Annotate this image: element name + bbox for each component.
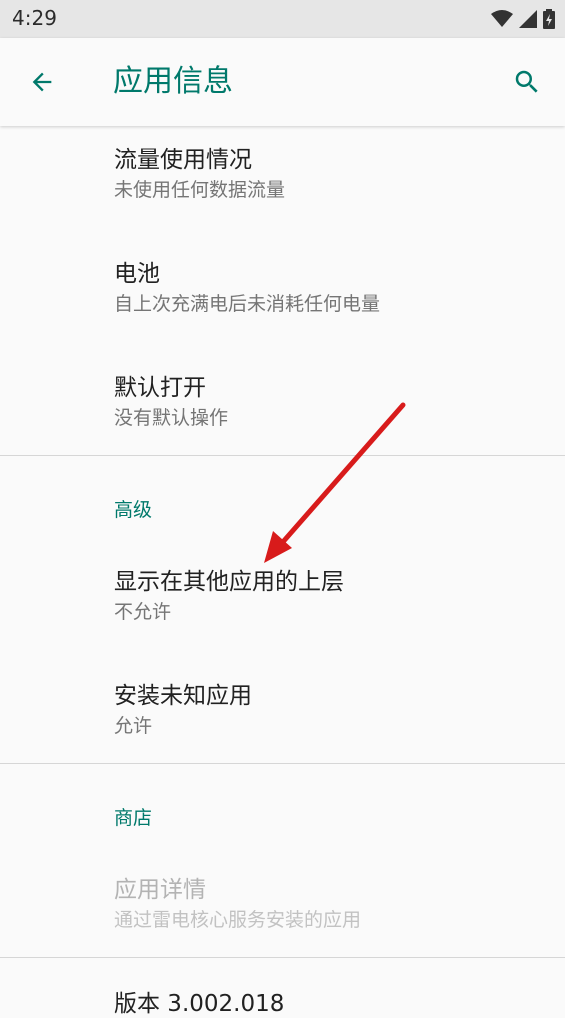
version-text: 版本 3.002.018 — [114, 991, 285, 1017]
status-time: 4:29 — [12, 6, 57, 30]
status-bar: 4:29 — [0, 0, 565, 38]
divider — [0, 957, 565, 958]
store-category-header: 商店 — [114, 807, 153, 829]
battery-title: 电池 — [114, 261, 160, 287]
cellular-signal-icon — [519, 10, 537, 28]
app-details-title: 应用详情 — [114, 877, 206, 903]
install-unknown-apps-item[interactable]: 安装未知应用 允许 — [0, 662, 565, 762]
search-button[interactable] — [505, 60, 549, 104]
arrow-back-icon — [32, 72, 52, 92]
open-by-default-summary: 没有默认操作 — [114, 407, 229, 429]
battery-charging-icon — [543, 9, 555, 29]
divider — [0, 455, 565, 456]
open-by-default-item[interactable]: 默认打开 没有默认操作 — [0, 354, 565, 454]
display-over-other-apps-title: 显示在其他应用的上层 — [114, 569, 344, 595]
battery-summary: 自上次充满电后未消耗任何电量 — [114, 293, 381, 315]
install-unknown-apps-title: 安装未知应用 — [114, 683, 252, 709]
advanced-category-header: 高级 — [114, 499, 153, 521]
display-over-other-apps-item[interactable]: 显示在其他应用的上层 不允许 — [0, 548, 565, 650]
app-details-summary: 通过雷电核心服务安装的应用 — [114, 909, 362, 931]
page-title: 应用信息 — [113, 64, 233, 99]
install-unknown-apps-summary: 允许 — [114, 715, 153, 737]
wifi-icon — [491, 10, 513, 27]
version-item: 版本 3.002.018 — [0, 970, 565, 1017]
app-details-item: 应用详情 通过雷电核心服务安装的应用 — [0, 856, 565, 956]
data-usage-item[interactable]: 流量使用情况 未使用任何数据流量 — [0, 126, 565, 228]
open-by-default-title: 默认打开 — [114, 375, 206, 401]
battery-item[interactable]: 电池 自上次充满电后未消耗任何电量 — [0, 240, 565, 342]
search-icon — [515, 70, 538, 93]
data-usage-summary: 未使用任何数据流量 — [114, 179, 286, 201]
back-button[interactable] — [20, 60, 64, 104]
data-usage-title: 流量使用情况 — [114, 147, 252, 173]
display-over-other-apps-summary: 不允许 — [114, 601, 172, 623]
status-icons — [491, 8, 555, 30]
divider — [0, 763, 565, 764]
app-bar: 应用信息 — [0, 38, 565, 126]
